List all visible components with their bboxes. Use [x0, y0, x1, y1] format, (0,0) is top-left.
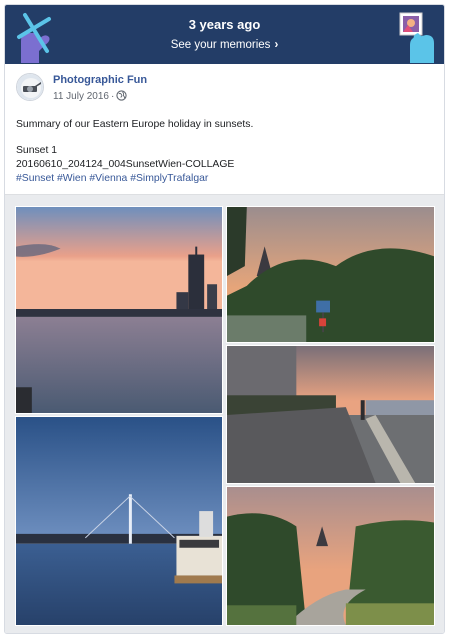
- photo-path-trees-sunset[interactable]: [226, 486, 435, 626]
- post-date[interactable]: 11 July 2016: [53, 91, 109, 102]
- photo-collage: [5, 194, 444, 633]
- chevron-right-icon: ›: [274, 39, 279, 51]
- hashtag-link[interactable]: #Sunset: [16, 173, 54, 184]
- photo-bridge-boat-dusk[interactable]: [15, 416, 223, 626]
- hashtag-link[interactable]: #Vienna: [89, 173, 127, 184]
- post-photo-title: Sunset 1: [16, 145, 58, 156]
- hand-photo-icon: [399, 12, 434, 63]
- see-memories-label: See your memories: [170, 39, 271, 51]
- see-memories-link[interactable]: See your memories ›: [5, 39, 444, 51]
- hashtag-link[interactable]: #SimplyTrafalgar: [130, 173, 208, 184]
- page-name-link[interactable]: Photographic Fun: [53, 74, 147, 86]
- post-filename: 20160610_204124_004SunsetWien-COLLAGE: [16, 159, 235, 170]
- globe-icon[interactable]: [116, 90, 127, 101]
- photo-church-trees-sunset[interactable]: [226, 206, 435, 343]
- post-summary: Summary of our Eastern Europe holiday in…: [16, 119, 254, 130]
- memory-banner[interactable]: 3 years ago See your memories ›: [5, 5, 444, 64]
- post-body: Summary of our Eastern Europe holiday in…: [16, 118, 433, 186]
- page-avatar[interactable]: [16, 73, 44, 101]
- photo-riverside-promenade[interactable]: [226, 345, 435, 484]
- photo-danube-skyline-sunset[interactable]: [15, 206, 223, 414]
- memory-title: 3 years ago: [188, 17, 261, 32]
- memory-post-card: 3 years ago See your memories › Photograp…: [4, 4, 445, 634]
- post-hashtags: #Sunset #Wien #Vienna #SimplyTrafalgar: [16, 172, 433, 186]
- post-meta: 11 July 2016 ·: [53, 90, 127, 102]
- hashtag-link[interactable]: #Wien: [57, 173, 86, 184]
